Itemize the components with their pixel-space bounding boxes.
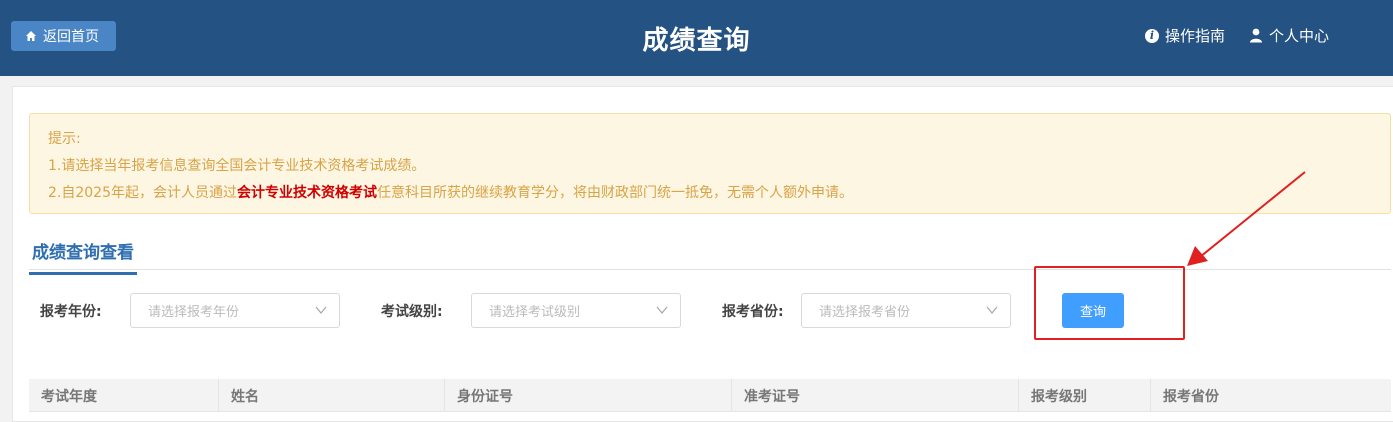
annotation-arrow xyxy=(1187,171,1306,266)
